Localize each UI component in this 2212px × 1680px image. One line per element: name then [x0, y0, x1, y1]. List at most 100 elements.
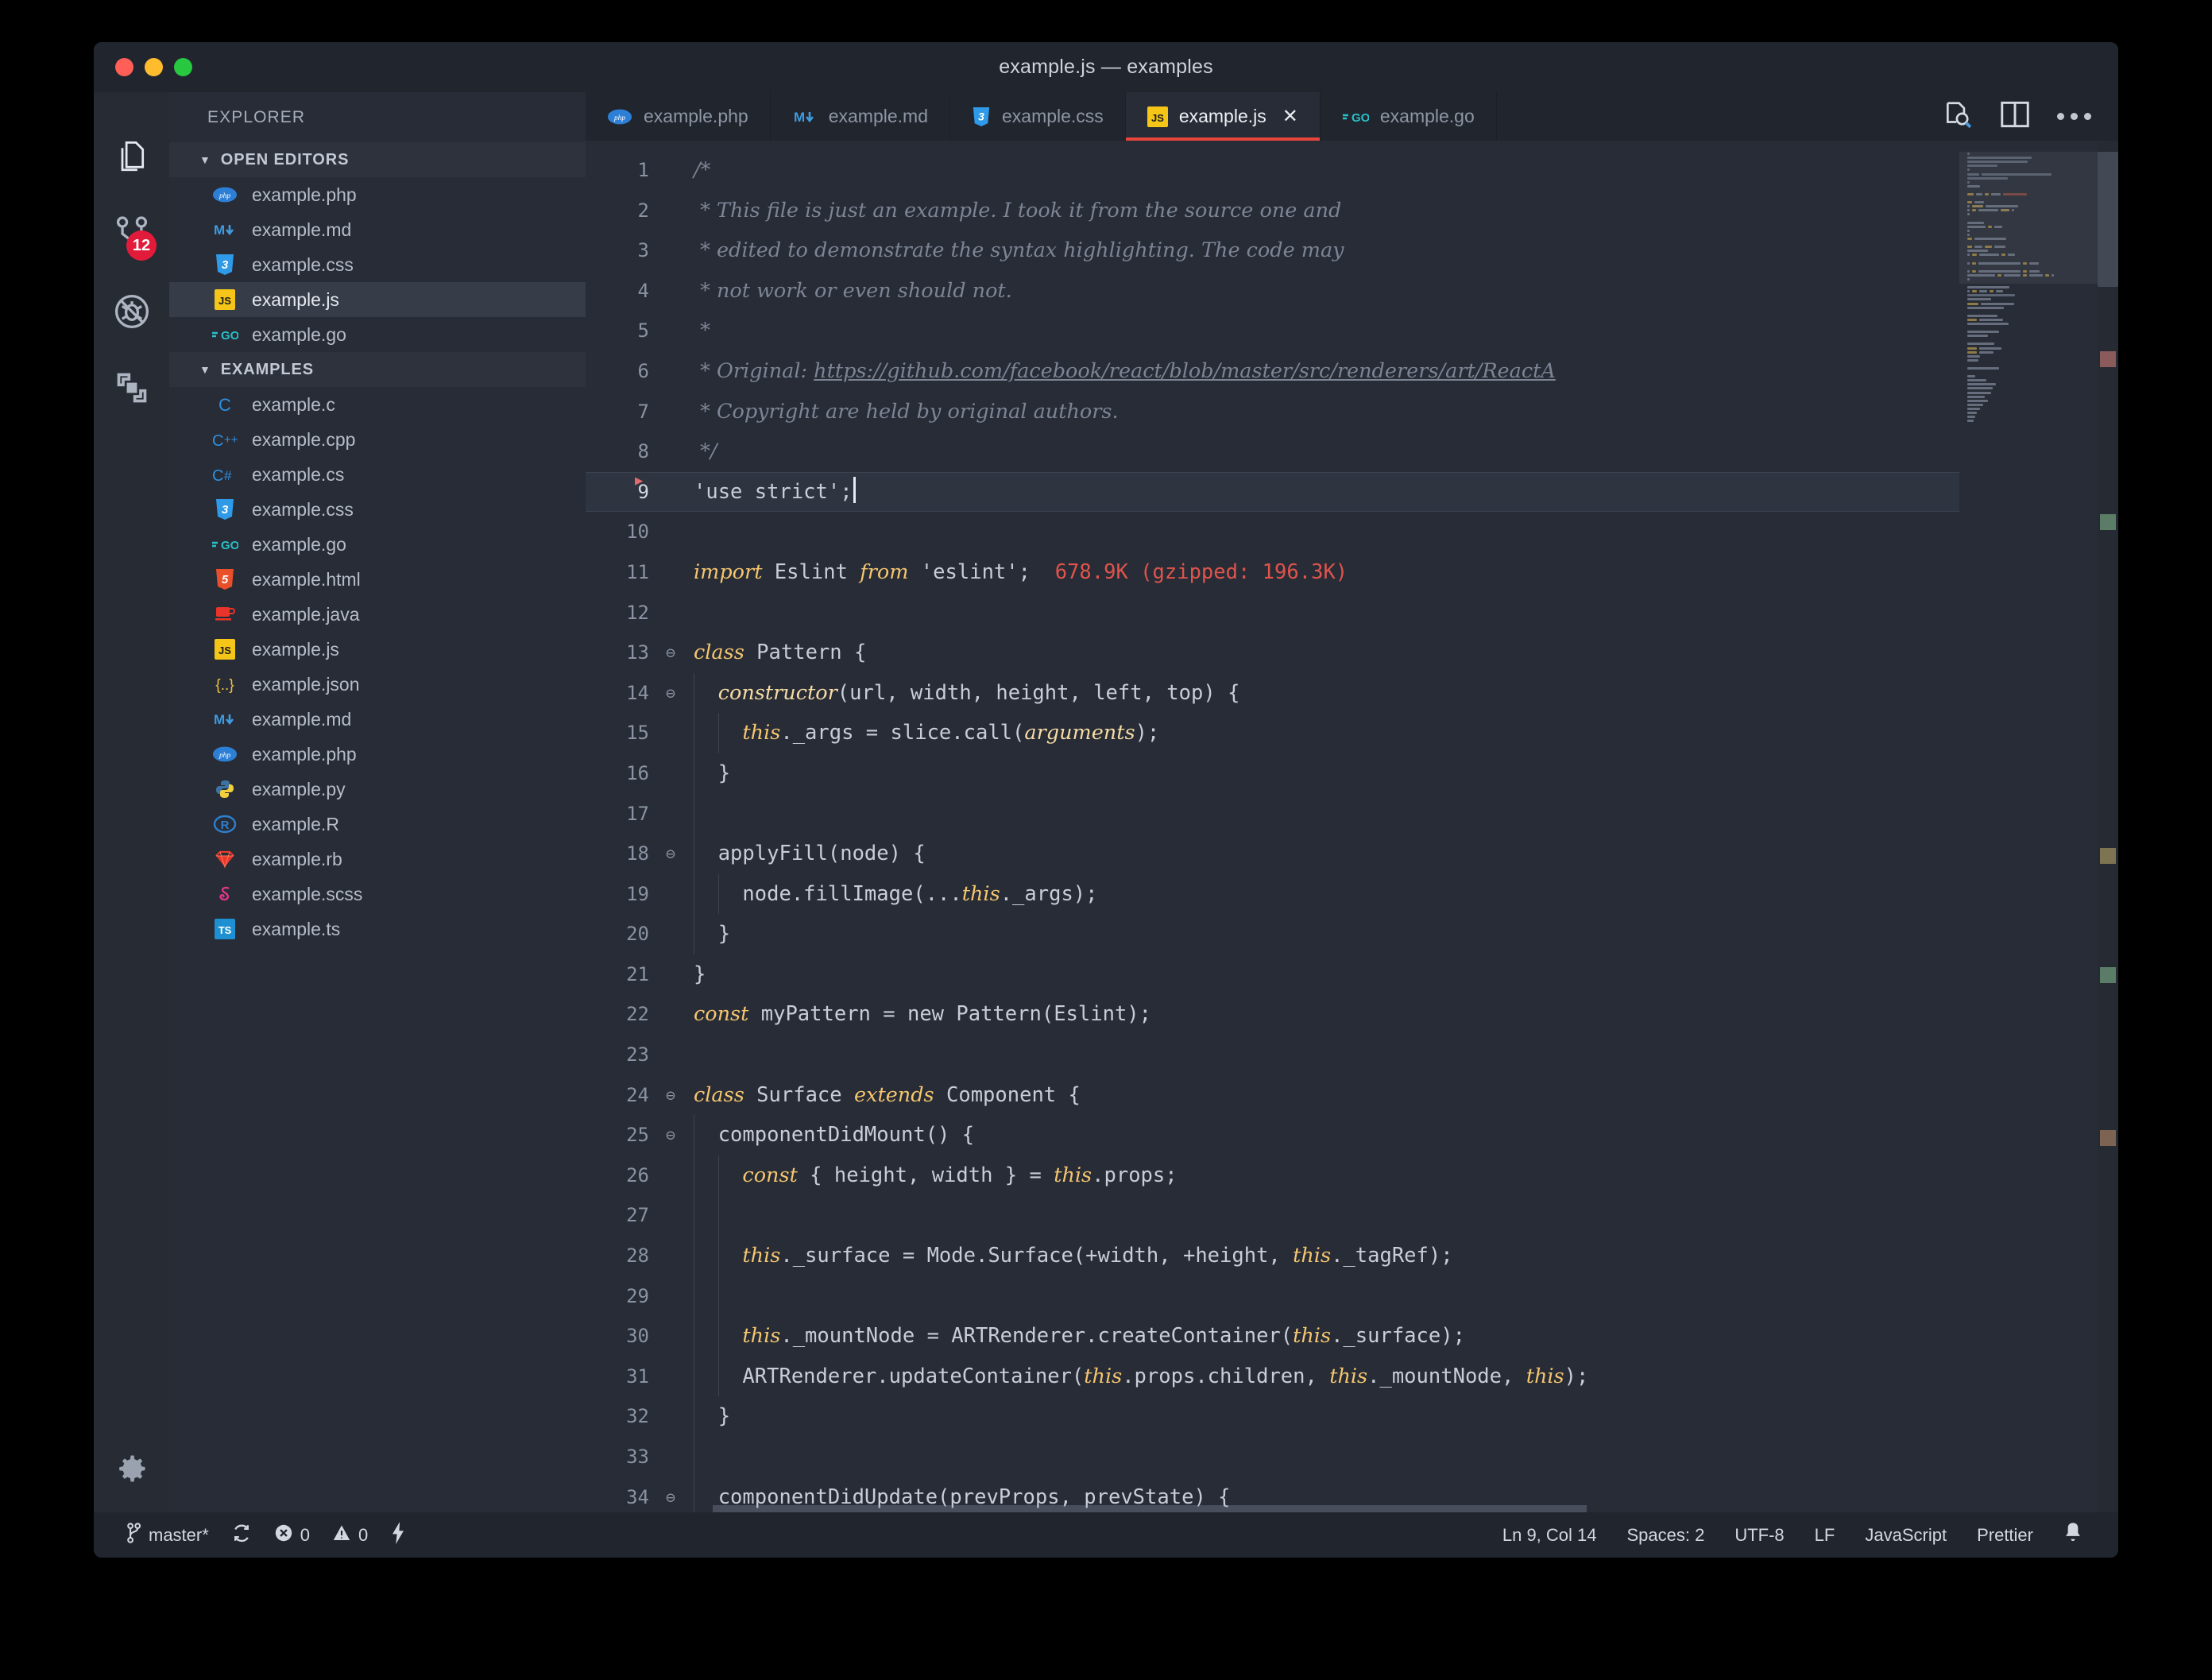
code-line[interactable]: 13 ⊖ class Pattern {: [586, 633, 1959, 673]
fold-toggle[interactable]: ⊖: [657, 633, 684, 673]
list-item[interactable]: GO example.go: [169, 317, 586, 352]
tab-example-md[interactable]: M example.md: [770, 92, 950, 141]
tab-example-go[interactable]: GO example.go: [1320, 92, 1497, 141]
activity-item-source-control[interactable]: 12: [94, 197, 169, 273]
status-language-mode[interactable]: JavaScript: [1850, 1525, 1962, 1546]
code-line[interactable]: 26 const { height, width } = this.props;: [586, 1155, 1959, 1196]
list-item[interactable]: C # example.cs: [169, 457, 586, 492]
status-formatter[interactable]: Prettier: [1962, 1525, 2048, 1546]
fold-toggle[interactable]: ⊖: [657, 1477, 684, 1512]
list-item[interactable]: 3 example.css: [169, 492, 586, 527]
fold-toggle[interactable]: ⊖: [657, 834, 684, 874]
code-token: Pattern {: [744, 641, 867, 665]
code-line[interactable]: 14 ⊖ constructor(url, width, height, left…: [586, 672, 1959, 714]
code-line[interactable]: 24 ⊖ class Surface extends Component {: [586, 1075, 1959, 1116]
status-eol[interactable]: LF: [1800, 1525, 1850, 1546]
activity-item-settings[interactable]: [94, 1451, 169, 1490]
breakpoint-indicator[interactable]: ▶: [635, 461, 643, 501]
code-line[interactable]: 4 * not work or even should not.: [586, 271, 1959, 312]
code-line[interactable]: 19 node.fillImage(...this._args);: [586, 873, 1959, 915]
status-encoding[interactable]: UTF-8: [1719, 1525, 1799, 1546]
list-item[interactable]: JS example.js: [169, 632, 586, 667]
list-item[interactable]: {..} example.json: [169, 667, 586, 702]
code-line[interactable]: 21}: [586, 954, 1959, 995]
list-item[interactable]: example.rb: [169, 842, 586, 877]
preview-icon[interactable]: [1943, 99, 1973, 134]
code-line[interactable]: 15 this._args = slice.call(arguments);: [586, 713, 1959, 753]
status-sync[interactable]: [220, 1523, 263, 1548]
status-errors[interactable]: 0: [263, 1523, 321, 1547]
list-item[interactable]: example.py: [169, 772, 586, 807]
list-item[interactable]: example.java: [169, 597, 586, 632]
code-line[interactable]: 8 */: [586, 432, 1959, 472]
code-line[interactable]: 22 const myPattern = new Pattern(Eslint);: [586, 994, 1959, 1035]
status-notifications[interactable]: [2048, 1522, 2098, 1549]
fold-toggle[interactable]: ⊖: [657, 1115, 684, 1155]
code-line[interactable]: 6 * Original: https://github.com/faceboo…: [586, 351, 1959, 392]
horizontal-scrollbar[interactable]: [713, 1505, 1587, 1512]
code-line[interactable]: 11 import Eslint from 'eslint'; 678.9K (g…: [586, 552, 1959, 593]
code-line[interactable]: 29: [586, 1275, 1959, 1317]
code-line[interactable]: 3 * edited to demonstrate the syntax hig…: [586, 230, 1959, 271]
code-line[interactable]: 25 ⊖ componentDidMount() {: [586, 1115, 1959, 1155]
code-line[interactable]: 28 this._surface = Mode.Surface(+width, …: [586, 1236, 1959, 1276]
tab-example-js[interactable]: JS example.js ✕: [1125, 92, 1321, 141]
code-line[interactable]: 33: [586, 1437, 1959, 1477]
tab-example-php[interactable]: php example.php: [586, 92, 771, 141]
code-line[interactable]: 18 ⊖ applyFill(node) {: [586, 834, 1959, 874]
list-item[interactable]: 5 example.html: [169, 562, 586, 597]
code-line[interactable]: 30 this._mountNode = ARTRenderer.createC…: [586, 1316, 1959, 1357]
list-item[interactable]: 3 example.css: [169, 247, 586, 282]
fold-toggle[interactable]: ⊖: [657, 1075, 684, 1116]
list-item[interactable]: M example.md: [169, 212, 586, 247]
code-line[interactable]: 7 * Copyright are held by original autho…: [586, 392, 1959, 432]
list-item[interactable]: php example.php: [169, 737, 586, 772]
list-item[interactable]: M example.md: [169, 702, 586, 737]
code-line[interactable]: 27: [586, 1195, 1959, 1237]
status-git-branch[interactable]: master*: [114, 1522, 220, 1548]
code-line[interactable]: 32 }: [586, 1396, 1959, 1437]
tab-example-css[interactable]: 3 example.css: [949, 92, 1126, 141]
code-line[interactable]: 12: [586, 593, 1959, 633]
source-link[interactable]: https://github.com/facebook/react/blob/m…: [814, 359, 1556, 383]
minimap[interactable]: [1959, 141, 2118, 1512]
code-line[interactable]: 10: [586, 512, 1959, 552]
section-examples[interactable]: ▼ EXAMPLES: [169, 352, 586, 387]
code-line[interactable]: 16 }: [586, 753, 1959, 794]
list-item[interactable]: C example.c: [169, 387, 586, 422]
list-item[interactable]: GO example.go: [169, 527, 586, 562]
file-label: example.php: [252, 184, 357, 205]
list-item[interactable]: php example.php: [169, 177, 586, 212]
code-line[interactable]: 2 * This file is just an example. I took…: [586, 191, 1959, 231]
status-lightning[interactable]: [379, 1521, 417, 1549]
code-text: ARTRenderer.updateContainer(this.props.c…: [694, 1357, 1959, 1397]
code-line[interactable]: 31 ARTRenderer.updateContainer(this.prop…: [586, 1356, 1959, 1397]
list-item[interactable]: C ++ example.cpp: [169, 422, 586, 457]
vertical-scrollbar[interactable]: [2098, 152, 2118, 287]
code-line[interactable]: 9 ▶'use strict';: [586, 471, 1959, 513]
overview-ruler[interactable]: [2098, 141, 2118, 1512]
code-line[interactable]: 5 *: [586, 311, 1959, 351]
fold-toggle[interactable]: ⊖: [657, 673, 684, 714]
activity-item-debug[interactable]: [94, 273, 169, 350]
list-item[interactable]: R example.R: [169, 807, 586, 842]
code-line[interactable]: 23: [586, 1035, 1959, 1075]
activity-item-extensions[interactable]: [94, 350, 169, 426]
code-line[interactable]: 1 /*: [586, 150, 1959, 191]
chevron-down-icon: ▼: [199, 363, 211, 376]
split-editor-icon[interactable]: [2000, 101, 2030, 132]
status-indentation[interactable]: Spaces: 2: [1612, 1525, 1720, 1546]
status-cursor-position[interactable]: Ln 9, Col 14: [1487, 1525, 1612, 1546]
ellipsis-icon[interactable]: [2057, 113, 2091, 120]
list-item[interactable]: TS example.ts: [169, 912, 586, 946]
code-editor[interactable]: 1 /* 2 * This file is just an example. I t…: [586, 141, 1959, 1512]
tab-close-icon[interactable]: ✕: [1282, 106, 1298, 126]
code-line[interactable]: 17: [586, 793, 1959, 834]
section-open-editors[interactable]: ▼ OPEN EDITORS: [169, 142, 586, 177]
status-warnings[interactable]: 0: [321, 1523, 379, 1547]
list-item-selected[interactable]: JS example.js: [169, 282, 586, 317]
code-line[interactable]: 20 }: [586, 914, 1959, 954]
error-icon: [274, 1523, 293, 1547]
activity-item-explorer[interactable]: [94, 121, 169, 197]
list-item[interactable]: example.scss: [169, 877, 586, 912]
